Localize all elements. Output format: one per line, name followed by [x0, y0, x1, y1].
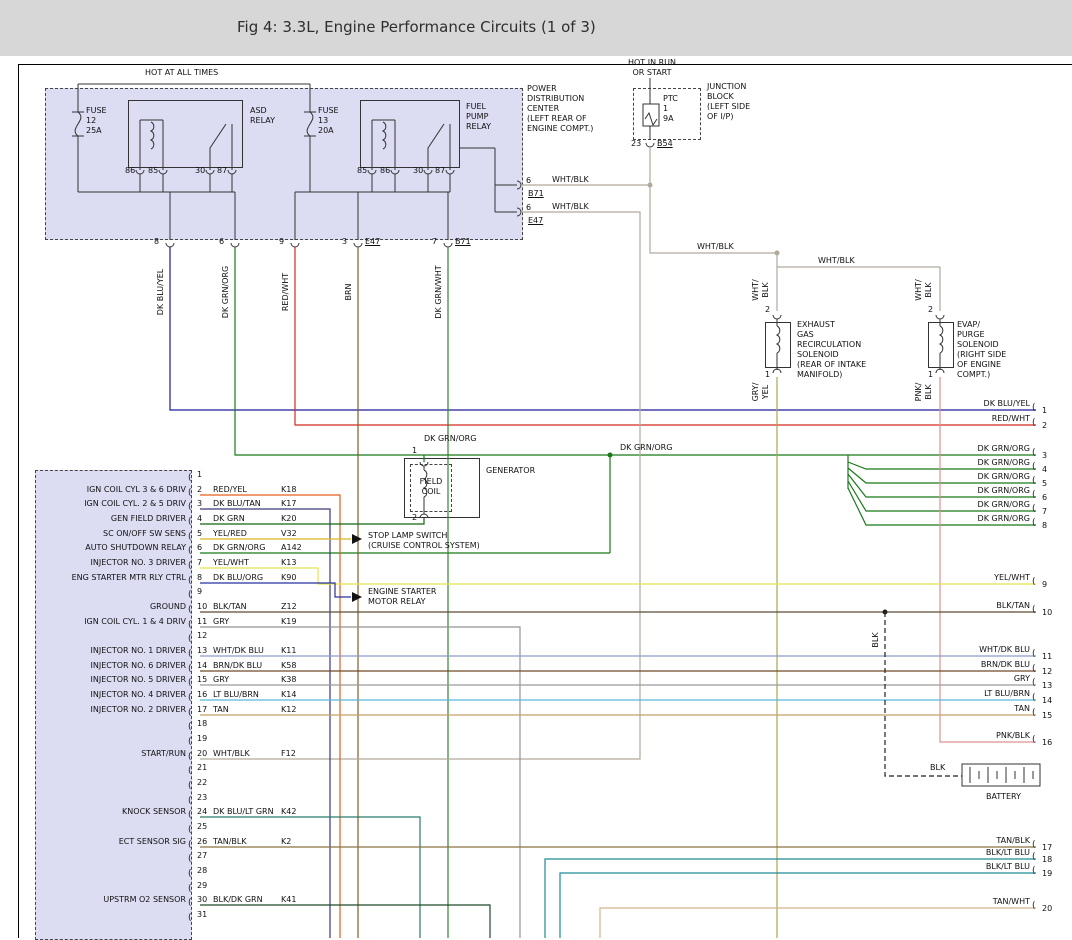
starter-arrow — [352, 592, 362, 602]
field-coil-symbol — [420, 462, 428, 518]
wire-gry-k19 — [200, 627, 520, 938]
stop-lamp-arrow — [352, 534, 362, 544]
wire-red-yel — [200, 495, 340, 938]
wire-dk-blu-lt-grn — [200, 817, 420, 938]
wire-dk-blu-tan — [200, 509, 330, 938]
wire-pnk-blk — [940, 377, 1036, 742]
wire-wht-blk — [200, 147, 940, 759]
circuit-wires — [170, 147, 1036, 938]
wire-dk-blu-org — [200, 583, 351, 597]
structural-wiring — [72, 78, 944, 518]
solenoid-coils — [777, 322, 943, 368]
wire-red-wht — [295, 247, 1036, 425]
battery-symbol — [962, 764, 1040, 786]
wire-dk-grn — [200, 518, 424, 524]
wire-tan-wht — [600, 908, 1036, 938]
wire-blk-ground — [885, 612, 962, 776]
connector-cups — [136, 170, 454, 174]
branch-arrows — [352, 534, 362, 602]
fuse-13-symbol — [304, 112, 316, 192]
wire-yel-wht — [200, 568, 1036, 584]
wire-blk-dk-grn — [200, 905, 490, 938]
wire-blk-lt-blu — [545, 859, 1036, 938]
wiring-layer — [0, 0, 1072, 938]
fuse-12-symbol — [72, 112, 84, 192]
wire-dk-grn-org — [200, 247, 1036, 553]
fuel-pump-relay-symbol — [372, 120, 450, 170]
solenoid-cups — [773, 315, 944, 373]
wire-dk-blu-yel — [170, 247, 1036, 410]
